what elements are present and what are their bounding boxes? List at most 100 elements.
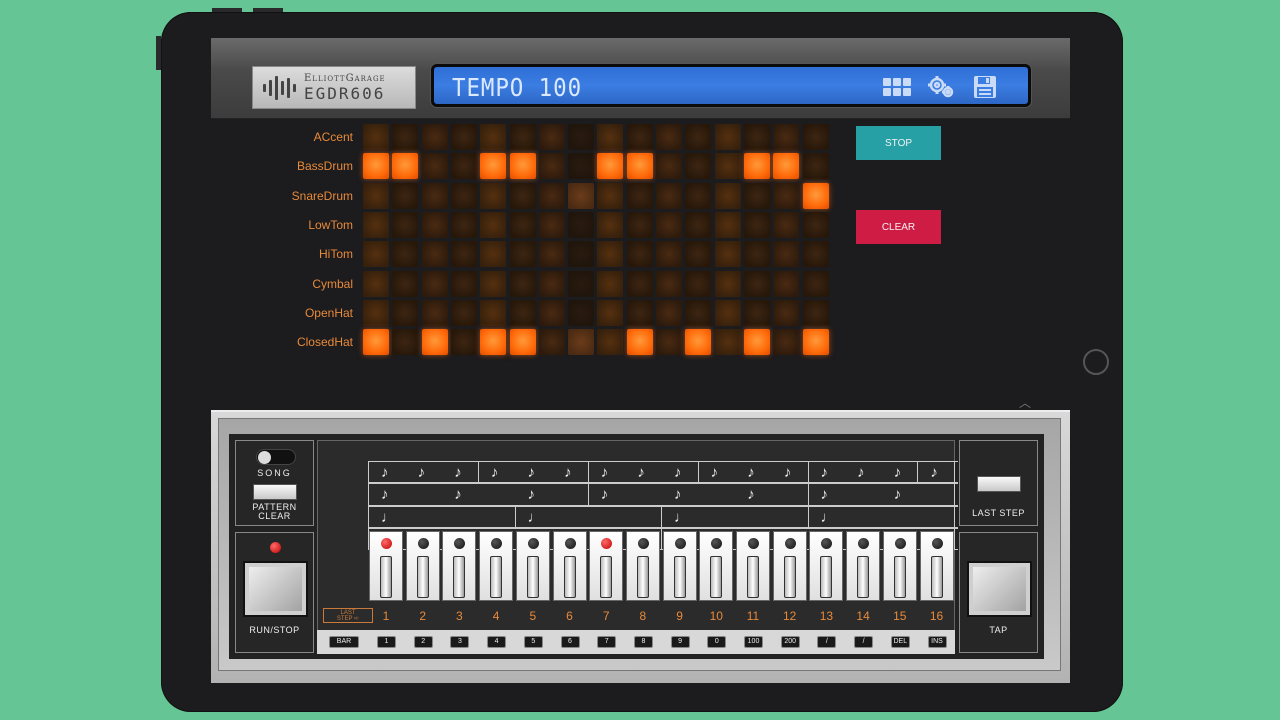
function-key[interactable]: 7 — [597, 636, 617, 648]
step-cell[interactable] — [509, 329, 536, 356]
clear-button[interactable]: CLEAR — [856, 210, 941, 244]
step-key[interactable] — [736, 531, 770, 601]
step-cell[interactable] — [743, 182, 770, 209]
step-cell[interactable] — [450, 299, 477, 326]
step-cell[interactable] — [392, 299, 419, 326]
step-cell[interactable] — [597, 153, 624, 180]
step-cell[interactable] — [363, 211, 389, 238]
step-cell[interactable] — [480, 182, 507, 209]
step-cell[interactable] — [773, 211, 800, 238]
step-cell[interactable] — [509, 299, 536, 326]
step-cell[interactable] — [480, 299, 507, 326]
step-cell[interactable] — [714, 329, 741, 356]
step-cell[interactable] — [714, 270, 741, 297]
step-cell[interactable] — [685, 124, 712, 150]
step-cell[interactable] — [538, 241, 565, 268]
step-cell[interactable] — [597, 329, 624, 356]
step-cell[interactable] — [421, 153, 448, 180]
step-cell[interactable] — [743, 211, 770, 238]
step-cell[interactable] — [450, 241, 477, 268]
function-key[interactable]: 200 — [780, 636, 800, 648]
step-cell[interactable] — [568, 270, 595, 297]
step-cell[interactable] — [450, 329, 477, 356]
step-cell[interactable] — [421, 182, 448, 209]
step-key[interactable] — [625, 531, 660, 601]
step-cell[interactable] — [480, 241, 507, 268]
step-cell[interactable] — [480, 270, 507, 297]
step-cell[interactable] — [363, 270, 389, 297]
step-cell[interactable] — [392, 153, 419, 180]
step-cell[interactable] — [421, 211, 448, 238]
step-cell[interactable] — [568, 211, 595, 238]
step-key[interactable] — [479, 531, 514, 601]
step-key[interactable] — [405, 531, 440, 601]
step-cell[interactable] — [802, 299, 829, 326]
step-cell[interactable] — [743, 299, 770, 326]
step-cell[interactable] — [538, 299, 565, 326]
step-cell[interactable] — [802, 241, 829, 268]
step-cell[interactable] — [597, 182, 624, 209]
step-cell[interactable] — [568, 153, 595, 180]
step-cell[interactable] — [392, 241, 419, 268]
step-cell[interactable] — [743, 270, 770, 297]
step-cell[interactable] — [568, 329, 595, 356]
step-key[interactable] — [369, 531, 403, 601]
step-cell[interactable] — [773, 182, 800, 209]
step-cell[interactable] — [626, 124, 653, 150]
step-cell[interactable] — [480, 153, 507, 180]
function-key[interactable]: 3 — [450, 636, 470, 648]
step-cell[interactable] — [773, 270, 800, 297]
step-cell[interactable] — [685, 270, 712, 297]
step-key[interactable] — [919, 531, 954, 601]
step-cell[interactable] — [538, 153, 565, 180]
step-cell[interactable] — [773, 241, 800, 268]
step-key[interactable] — [772, 531, 807, 601]
step-cell[interactable] — [421, 241, 448, 268]
step-cell[interactable] — [450, 211, 477, 238]
step-cell[interactable] — [626, 211, 653, 238]
step-cell[interactable] — [450, 270, 477, 297]
step-cell[interactable] — [743, 124, 770, 150]
step-cell[interactable] — [392, 124, 419, 150]
function-key[interactable]: 1 — [377, 636, 396, 648]
stop-button[interactable]: STOP — [856, 126, 941, 160]
step-cell[interactable] — [685, 182, 712, 209]
step-cell[interactable] — [656, 211, 682, 238]
step-cell[interactable] — [773, 124, 800, 150]
step-cell[interactable] — [480, 329, 507, 356]
step-cell[interactable] — [509, 270, 536, 297]
run-stop-button[interactable] — [243, 561, 308, 617]
step-cell[interactable] — [597, 299, 624, 326]
step-cell[interactable] — [392, 211, 419, 238]
function-key[interactable]: 0 — [707, 636, 727, 648]
step-cell[interactable] — [802, 270, 829, 297]
function-key[interactable]: 6 — [560, 636, 580, 648]
step-key[interactable] — [882, 531, 917, 601]
step-cell[interactable] — [392, 329, 419, 356]
step-cell[interactable] — [685, 299, 712, 326]
step-key[interactable] — [552, 531, 587, 601]
function-key[interactable]: 8 — [633, 636, 653, 648]
step-cell[interactable] — [568, 299, 595, 326]
step-cell[interactable] — [802, 153, 829, 180]
function-key[interactable]: 9 — [670, 636, 690, 648]
step-key[interactable] — [846, 531, 881, 601]
step-cell[interactable] — [714, 241, 741, 268]
function-key[interactable]: 2 — [413, 636, 433, 648]
step-cell[interactable] — [538, 211, 565, 238]
last-step-button[interactable] — [977, 476, 1021, 492]
step-cell[interactable] — [363, 299, 389, 326]
function-key[interactable]: 5 — [523, 636, 543, 648]
step-cell[interactable] — [509, 241, 536, 268]
step-cell[interactable] — [714, 299, 741, 326]
pattern-clear-button[interactable] — [253, 484, 297, 500]
step-cell[interactable] — [656, 124, 682, 150]
step-cell[interactable] — [626, 153, 653, 180]
step-cell[interactable] — [363, 124, 389, 150]
step-cell[interactable] — [685, 153, 712, 180]
function-key[interactable]: 4 — [487, 636, 507, 648]
step-key[interactable] — [699, 531, 734, 601]
floppy-save-icon[interactable] — [970, 74, 1000, 100]
grid-icon[interactable] — [882, 74, 912, 100]
step-cell[interactable] — [802, 182, 829, 209]
